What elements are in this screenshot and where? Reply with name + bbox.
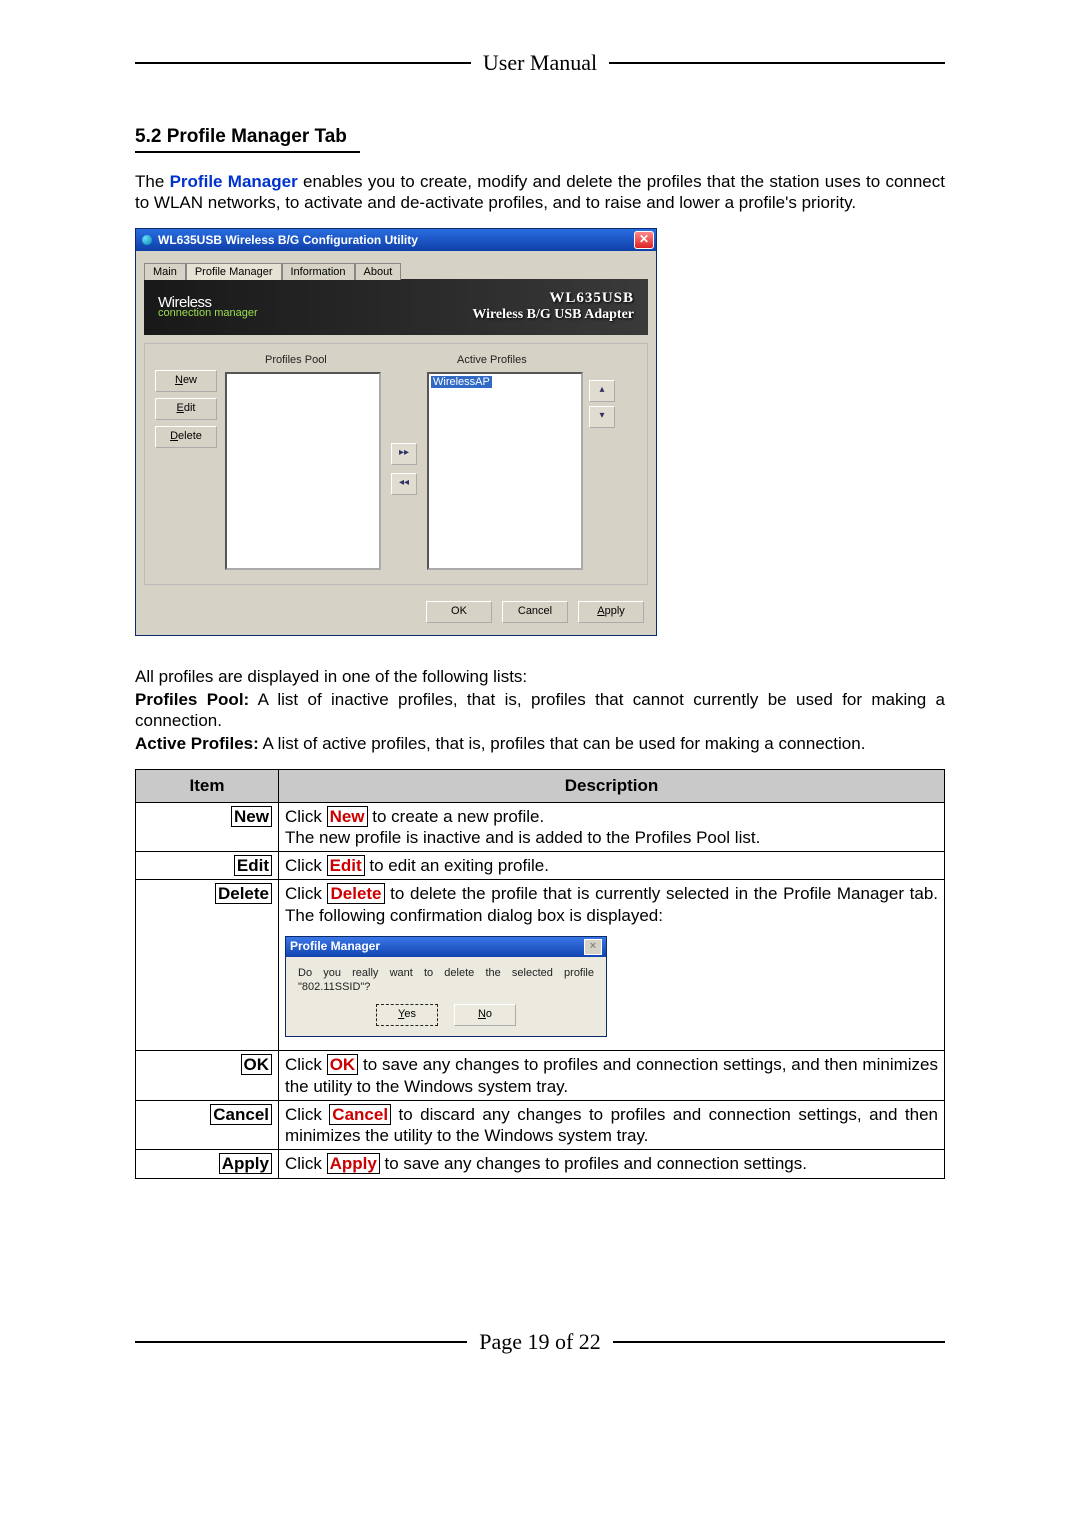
config-utility-window: WL635USB Wireless B/G Configuration Util… bbox=[135, 228, 657, 636]
delete-red: Delete bbox=[327, 883, 384, 904]
active-profiles-label: Active Profiles bbox=[457, 354, 583, 366]
no-button[interactable]: No bbox=[454, 1004, 516, 1026]
table-row: Edit Click Edit to edit an exiting profi… bbox=[136, 852, 945, 880]
confirm-title: Profile Manager bbox=[290, 939, 380, 954]
cancel-red: Cancel bbox=[329, 1104, 391, 1125]
table-row: Apply Click Apply to save any changes to… bbox=[136, 1150, 945, 1178]
confirm-close-icon[interactable]: × bbox=[584, 939, 602, 955]
side-buttons: New Edit Delete bbox=[155, 354, 217, 570]
priority-up-button[interactable]: ▴ bbox=[589, 380, 615, 402]
ok-red: OK bbox=[327, 1054, 359, 1075]
item-cancel: Cancel bbox=[210, 1104, 272, 1125]
pool-column: New Edit Delete Profiles Pool bbox=[155, 354, 381, 570]
app-icon bbox=[142, 235, 152, 245]
edit-button[interactable]: Edit bbox=[155, 398, 217, 420]
new-red: New bbox=[327, 806, 368, 827]
footer-rule-left bbox=[135, 1341, 467, 1343]
banner-connection-manager: connection manager bbox=[158, 307, 258, 319]
header-label: User Manual bbox=[471, 50, 609, 76]
yes-button[interactable]: Yes bbox=[376, 1004, 438, 1026]
profiles-pool-desc: Profiles Pool: A list of inactive profil… bbox=[135, 689, 945, 732]
profiles-pool-text: A list of inactive profiles, that is, pr… bbox=[135, 690, 945, 730]
active-column: Active Profiles WirelessAP bbox=[427, 354, 583, 570]
description-table: Item Description New Click New to create… bbox=[135, 769, 945, 1179]
footer-label: Page 19 of 22 bbox=[467, 1329, 613, 1355]
edit-red: Edit bbox=[327, 855, 365, 876]
header-rule: User Manual bbox=[135, 50, 945, 76]
tab-information[interactable]: Information bbox=[282, 263, 355, 280]
banner-adapter: Wireless B/G USB Adapter bbox=[472, 307, 634, 323]
banner: Wireless connection manager WL635USB Wir… bbox=[144, 279, 648, 335]
th-item: Item bbox=[136, 769, 279, 802]
move-left-button[interactable]: ◂◂ bbox=[391, 473, 417, 495]
confirm-dialog: Profile Manager × Do you really want to … bbox=[285, 936, 607, 1038]
profiles-pool-label: Profiles Pool bbox=[265, 354, 381, 366]
intro-prefix: The bbox=[135, 172, 170, 191]
priority-down-button[interactable]: ▾ bbox=[589, 406, 615, 428]
ok-button[interactable]: OK bbox=[426, 601, 492, 623]
move-arrows: ▸▸ ◂◂ bbox=[391, 374, 417, 564]
priority-arrows: ▴ ▾ bbox=[589, 376, 615, 432]
table-row: Delete Click Delete to delete the profil… bbox=[136, 880, 945, 1051]
tab-profile-manager[interactable]: Profile Manager bbox=[186, 263, 282, 280]
th-desc: Description bbox=[279, 769, 945, 802]
apply-button[interactable]: Apply bbox=[578, 601, 644, 623]
banner-left: Wireless connection manager bbox=[158, 294, 258, 319]
lists-intro: All profiles are displayed in one of the… bbox=[135, 666, 945, 687]
new-button[interactable]: New bbox=[155, 370, 217, 392]
table-row: OK Click OK to save any changes to profi… bbox=[136, 1051, 945, 1101]
tab-about[interactable]: About bbox=[355, 263, 402, 280]
new-line2: The new profile is inactive and is added… bbox=[285, 828, 760, 847]
active-profiles-desc: Active Profiles: A list of active profil… bbox=[135, 733, 945, 754]
confirm-message: Do you really want to delete the selecte… bbox=[286, 957, 606, 1005]
intro-blue: Profile Manager bbox=[170, 172, 298, 191]
tab-row: Main Profile Manager Information About bbox=[136, 251, 656, 279]
confirm-title-bar: Profile Manager × bbox=[286, 937, 606, 957]
close-icon[interactable]: ✕ bbox=[634, 231, 654, 249]
active-profiles-list[interactable]: WirelessAP bbox=[427, 372, 583, 570]
dialog-footer: OK Cancel Apply bbox=[136, 593, 656, 635]
table-row: Cancel Click Cancel to discard any chang… bbox=[136, 1100, 945, 1150]
active-item[interactable]: WirelessAP bbox=[431, 376, 492, 388]
profiles-pool-list[interactable] bbox=[225, 372, 381, 570]
item-edit: Edit bbox=[234, 855, 272, 876]
footer-rule: Page 19 of 22 bbox=[135, 1329, 945, 1355]
title-bar: WL635USB Wireless B/G Configuration Util… bbox=[136, 229, 656, 251]
section-title: 5.2 Profile Manager Tab bbox=[135, 126, 945, 148]
item-delete: Delete bbox=[215, 883, 272, 904]
active-profiles-bold: Active Profiles: bbox=[135, 734, 259, 753]
cancel-button[interactable]: Cancel bbox=[502, 601, 568, 623]
active-profiles-text: A list of active profiles, that is, prof… bbox=[259, 734, 866, 753]
section-underline bbox=[135, 151, 360, 153]
confirm-buttons: Yes No bbox=[286, 1004, 606, 1036]
banner-right: WL635USB Wireless B/G USB Adapter bbox=[472, 290, 634, 323]
table-row: New Click New to create a new profile. T… bbox=[136, 802, 945, 852]
dialog-body: New Edit Delete Profiles Pool ▸▸ ◂◂ Acti… bbox=[144, 343, 648, 585]
window-title: WL635USB Wireless B/G Configuration Util… bbox=[158, 233, 634, 247]
profiles-pool-bold: Profiles Pool: bbox=[135, 690, 249, 709]
rule-right bbox=[609, 62, 945, 64]
apply-red: Apply bbox=[327, 1153, 380, 1174]
banner-model: WL635USB bbox=[472, 290, 634, 307]
item-apply: Apply bbox=[219, 1153, 272, 1174]
intro-paragraph: The Profile Manager enables you to creat… bbox=[135, 171, 945, 214]
move-right-button[interactable]: ▸▸ bbox=[391, 443, 417, 465]
item-new: New bbox=[231, 806, 272, 827]
rule-left bbox=[135, 62, 471, 64]
footer-rule-right bbox=[613, 1341, 945, 1343]
delete-button[interactable]: Delete bbox=[155, 426, 217, 448]
tab-main[interactable]: Main bbox=[144, 263, 186, 280]
item-ok: OK bbox=[241, 1054, 273, 1075]
